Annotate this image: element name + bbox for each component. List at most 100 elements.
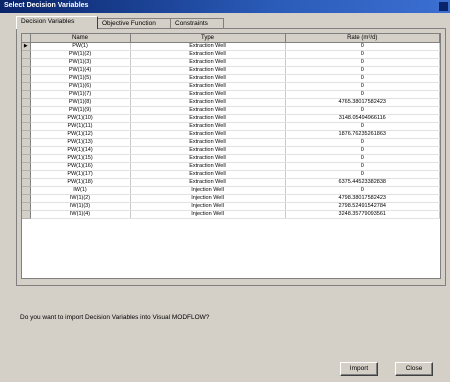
cell-type[interactable]: Injection Well (130, 210, 286, 219)
cell-type[interactable]: Extraction Well (130, 154, 286, 163)
row-selector[interactable] (22, 90, 31, 99)
title-bar[interactable]: Select Decision Variables (0, 0, 450, 13)
cell-name[interactable]: IW(1)(2) (30, 194, 131, 203)
cell-type[interactable]: Extraction Well (130, 82, 286, 91)
row-selector[interactable] (22, 138, 31, 147)
cell-type[interactable]: Extraction Well (130, 146, 286, 155)
cell-rate[interactable]: 0 (285, 146, 440, 155)
row-selector[interactable] (22, 98, 31, 107)
cell-rate[interactable]: 4765.38017582423 (285, 98, 440, 107)
cell-name[interactable]: PW(1)(3) (30, 58, 131, 67)
table-row[interactable]: PW(1)(16) Extraction Well 0 (22, 162, 440, 171)
table-row[interactable]: PW(1)(2) Extraction Well 0 (22, 50, 440, 59)
cell-rate[interactable]: 4798.38017582423 (285, 194, 440, 203)
decision-variables-grid[interactable]: Name Type Rate (m³/d) ▶ PW(1) Extraction W… (21, 33, 441, 279)
cell-name[interactable]: PW(1)(18) (30, 178, 131, 187)
row-selector[interactable] (22, 74, 31, 83)
row-selector[interactable] (22, 106, 31, 115)
cell-type[interactable]: Extraction Well (130, 50, 286, 59)
table-row[interactable]: IW(1) Injection Well 0 (22, 186, 440, 195)
tab-decision-variables[interactable]: Decision Variables (16, 16, 98, 29)
table-row[interactable]: PW(1)(4) Extraction Well 0 (22, 66, 440, 75)
cell-name[interactable]: PW(1)(5) (30, 74, 131, 83)
table-row[interactable]: PW(1)(15) Extraction Well 0 (22, 154, 440, 163)
cell-name[interactable]: PW(1)(9) (30, 106, 131, 115)
cell-name[interactable]: PW(1)(11) (30, 122, 131, 131)
column-header-rate[interactable]: Rate (m³/d) (285, 34, 440, 43)
table-row[interactable]: PW(1)(5) Extraction Well 0 (22, 74, 440, 83)
cell-type[interactable]: Extraction Well (130, 90, 286, 99)
cell-type[interactable]: Extraction Well (130, 98, 286, 107)
column-header-type[interactable]: Type (130, 34, 286, 43)
cell-rate[interactable]: 3148.05494966116 (285, 114, 440, 123)
cell-type[interactable]: Extraction Well (130, 130, 286, 139)
table-row[interactable]: PW(1)(3) Extraction Well 0 (22, 58, 440, 67)
cell-name[interactable]: IW(1)(3) (30, 202, 131, 211)
cell-type[interactable]: Extraction Well (130, 42, 286, 51)
close-button[interactable]: Close (395, 362, 433, 376)
row-selector[interactable] (22, 186, 31, 195)
cell-rate[interactable]: 0 (285, 74, 440, 83)
row-selector[interactable] (22, 58, 31, 67)
row-selector[interactable] (22, 66, 31, 75)
cell-name[interactable]: PW(1)(12) (30, 130, 131, 139)
row-selector[interactable] (22, 210, 31, 219)
table-row[interactable]: PW(1)(13) Extraction Well 0 (22, 138, 440, 147)
cell-rate[interactable]: 3248.35779093561 (285, 210, 440, 219)
cell-type[interactable]: Extraction Well (130, 58, 286, 67)
cell-rate[interactable]: 0 (285, 122, 440, 131)
cell-type[interactable]: Injection Well (130, 186, 286, 195)
cell-type[interactable]: Extraction Well (130, 138, 286, 147)
column-header-name[interactable]: Name (30, 34, 131, 43)
cell-rate[interactable]: 0 (285, 186, 440, 195)
cell-type[interactable]: Extraction Well (130, 178, 286, 187)
cell-name[interactable]: IW(1) (30, 186, 131, 195)
table-row[interactable]: PW(1)(11) Extraction Well 0 (22, 122, 440, 131)
cell-rate[interactable]: 0 (285, 106, 440, 115)
cell-name[interactable]: PW(1)(14) (30, 146, 131, 155)
cell-type[interactable]: Extraction Well (130, 66, 286, 75)
cell-type[interactable]: Extraction Well (130, 74, 286, 83)
cell-type[interactable]: Extraction Well (130, 162, 286, 171)
cell-rate[interactable]: 0 (285, 170, 440, 179)
cell-rate[interactable]: 0 (285, 82, 440, 91)
cell-name[interactable]: PW(1)(7) (30, 90, 131, 99)
table-row[interactable]: ▶ PW(1) Extraction Well 0 (22, 42, 440, 51)
cell-type[interactable]: Extraction Well (130, 122, 286, 131)
cell-name[interactable]: PW(1)(2) (30, 50, 131, 59)
table-row[interactable]: PW(1)(14) Extraction Well 0 (22, 146, 440, 155)
cell-rate[interactable]: 1876.76235261863 (285, 130, 440, 139)
table-row[interactable]: IW(1)(3) Injection Well 2798.52491542784 (22, 202, 440, 211)
cell-type[interactable]: Extraction Well (130, 114, 286, 123)
table-row[interactable]: PW(1)(17) Extraction Well 0 (22, 170, 440, 179)
cell-rate[interactable]: 0 (285, 42, 440, 51)
row-selector-header[interactable] (22, 34, 31, 43)
row-selector[interactable] (22, 130, 31, 139)
table-row[interactable]: PW(1)(6) Extraction Well 0 (22, 82, 440, 91)
cell-name[interactable]: PW(1)(10) (30, 114, 131, 123)
cell-rate[interactable]: 0 (285, 66, 440, 75)
table-row[interactable]: PW(1)(18) Extraction Well 6375.44523382838 (22, 178, 440, 187)
row-selector[interactable] (22, 170, 31, 179)
cell-rate[interactable]: 0 (285, 50, 440, 59)
cell-type[interactable]: Injection Well (130, 202, 286, 211)
cell-name[interactable]: PW(1)(16) (30, 162, 131, 171)
row-selector[interactable] (22, 178, 31, 187)
row-selector[interactable] (22, 194, 31, 203)
cell-rate[interactable]: 0 (285, 90, 440, 99)
cell-name[interactable]: PW(1)(13) (30, 138, 131, 147)
cell-rate[interactable]: 0 (285, 138, 440, 147)
import-button[interactable]: Import (340, 362, 378, 376)
table-row[interactable]: PW(1)(12) Extraction Well 1876.76235261863 (22, 130, 440, 139)
row-selector[interactable] (22, 114, 31, 123)
cell-rate[interactable]: 0 (285, 58, 440, 67)
table-row[interactable]: PW(1)(10) Extraction Well 3148.05494966116 (22, 114, 440, 123)
table-row[interactable]: PW(1)(8) Extraction Well 4765.38017582423 (22, 98, 440, 107)
cell-name[interactable]: PW(1)(17) (30, 170, 131, 179)
cell-rate[interactable]: 6375.44523382838 (285, 178, 440, 187)
row-selector[interactable] (22, 202, 31, 211)
table-row[interactable]: PW(1)(7) Extraction Well 0 (22, 90, 440, 99)
cell-name[interactable]: PW(1) (30, 42, 131, 51)
cell-type[interactable]: Extraction Well (130, 106, 286, 115)
row-selector[interactable] (22, 50, 31, 59)
